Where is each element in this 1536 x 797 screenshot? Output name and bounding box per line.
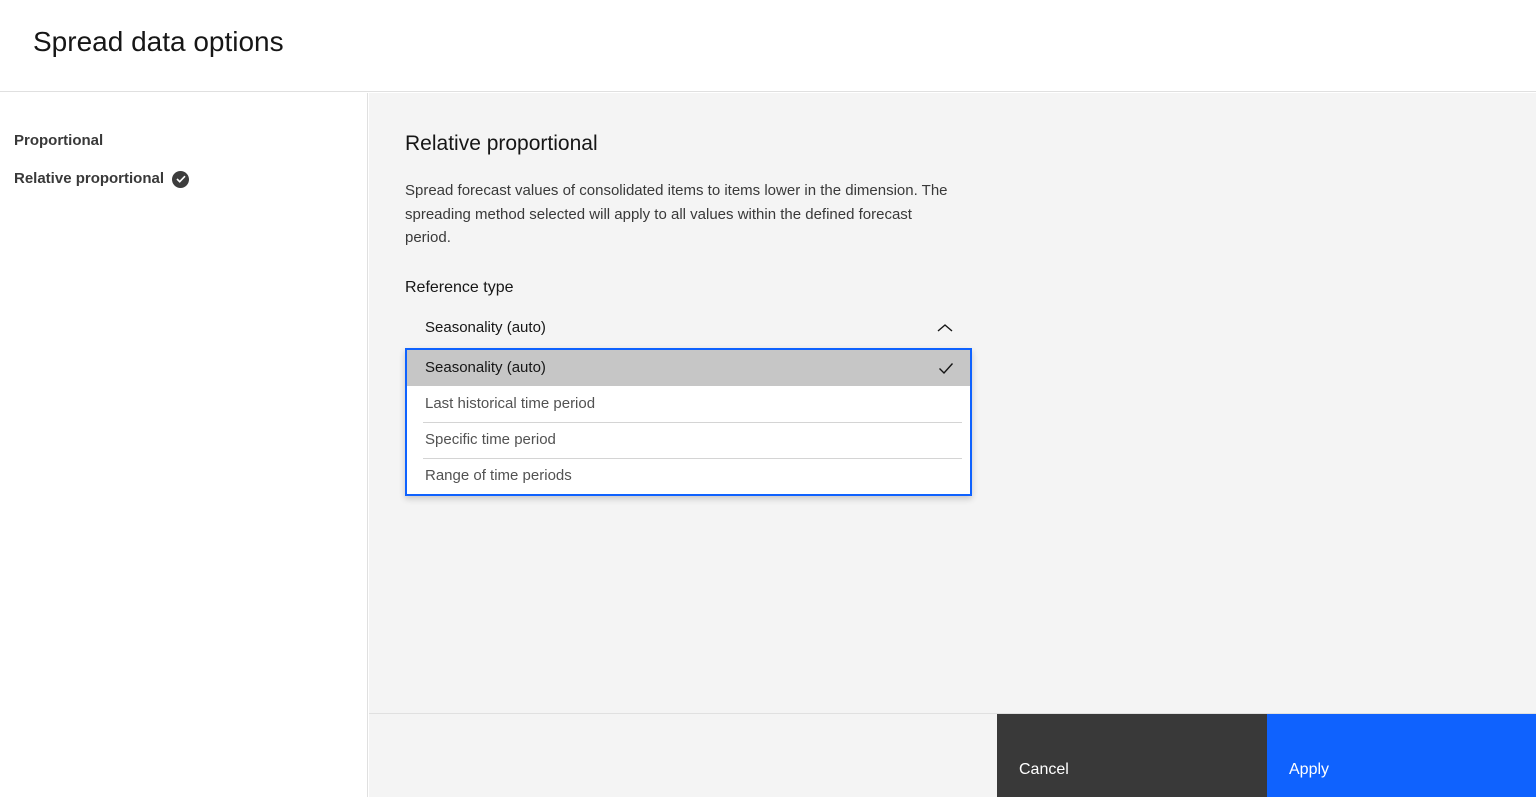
- sidebar: Proportional Relative proportional: [0, 93, 368, 797]
- sidebar-item-label: Proportional: [14, 132, 104, 149]
- section-description: Spread forecast values of consolidated i…: [405, 182, 948, 246]
- reference-type-dropdown-menu: Seasonality (auto) Last historical time …: [405, 347, 972, 496]
- checkmark-icon: [938, 362, 954, 374]
- chevron-up-icon: [936, 323, 954, 333]
- sidebar-item-relative-proportional[interactable]: Relative proportional: [14, 169, 353, 189]
- dropdown-option-seasonality-auto[interactable]: Seasonality (auto): [407, 349, 970, 386]
- check-circle-icon: [172, 170, 190, 188]
- cancel-button[interactable]: Cancel: [997, 714, 1267, 797]
- dropdown-option-specific-time-period[interactable]: Specific time period: [407, 421, 970, 458]
- dropdown-option-range-of-time-periods[interactable]: Range of time periods: [407, 457, 970, 494]
- dropdown-selected-value: Seasonality (auto): [425, 319, 546, 336]
- dialog-footer: Cancel Apply: [369, 713, 1536, 797]
- dialog-header: Spread data options: [0, 0, 1536, 92]
- dropdown-option-last-historical-time-period[interactable]: Last historical time period: [407, 385, 970, 422]
- reference-type-dropdown: Seasonality (auto) Seasonality (auto) La…: [405, 308, 972, 496]
- dropdown-option-label: Range of time periods: [425, 467, 572, 484]
- reference-type-label: Reference type: [405, 278, 514, 296]
- main-panel: Relative proportional Spread forecast va…: [369, 93, 1536, 713]
- sidebar-item-label: Relative proportional: [14, 170, 165, 187]
- section-heading: Relative proportional: [405, 132, 598, 155]
- main-content: Relative proportional Spread forecast va…: [369, 93, 1536, 496]
- sidebar-item-proportional[interactable]: Proportional: [14, 131, 353, 151]
- dropdown-option-label: Last historical time period: [425, 395, 596, 412]
- dialog-title: Spread data options: [33, 26, 284, 57]
- reference-type-dropdown-trigger[interactable]: Seasonality (auto): [405, 308, 972, 348]
- apply-button[interactable]: Apply: [1267, 714, 1536, 797]
- dropdown-option-label: Seasonality (auto): [425, 359, 546, 376]
- dropdown-option-label: Specific time period: [425, 431, 556, 448]
